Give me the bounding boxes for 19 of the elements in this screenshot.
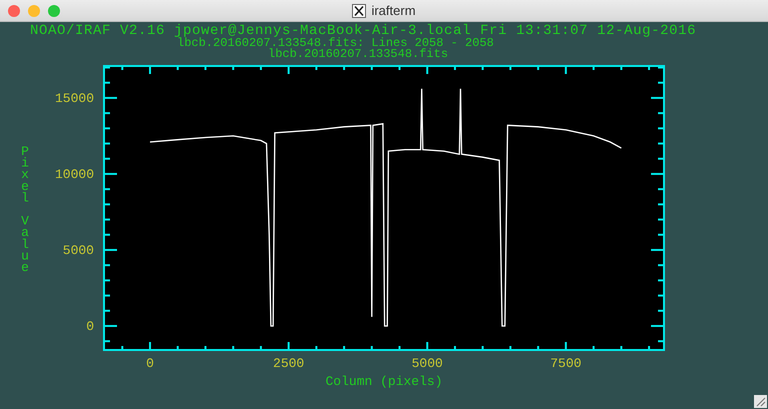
x-tick-label: 0 — [146, 356, 154, 371]
y-tick-label: 0 — [86, 318, 94, 334]
header-text: lbcb.20160207.133548.fits: Lines 2058 - 2058 — [177, 38, 495, 49]
header-text: NOAO/IRAF V2.16 jpower@Jennys-MacBook-Air-3.local Fri 13:31:07 12-Aug-2016 — [29, 25, 698, 38]
minimize-button[interactable] — [28, 5, 40, 17]
close-button[interactable] — [8, 5, 20, 17]
y-tick-label: 5000 — [62, 242, 94, 258]
plot-title: lbcb.20160207.133548.fits — [267, 49, 450, 60]
x-tick-label: 2500 — [273, 356, 304, 371]
window-title: irafterm — [371, 3, 416, 18]
resize-grip-icon[interactable] — [754, 395, 767, 408]
x-tick-label: 5000 — [412, 356, 443, 371]
y-axis-title: Pixel Value — [21, 144, 29, 275]
y-tick-label: 15000 — [54, 90, 94, 106]
x-axis-title: Column (pixels) — [325, 374, 443, 389]
x-window-icon — [352, 4, 366, 18]
y-tick-label: 10000 — [54, 166, 94, 182]
x-tick-label: 7500 — [550, 356, 582, 371]
zoom-button[interactable] — [48, 5, 60, 17]
